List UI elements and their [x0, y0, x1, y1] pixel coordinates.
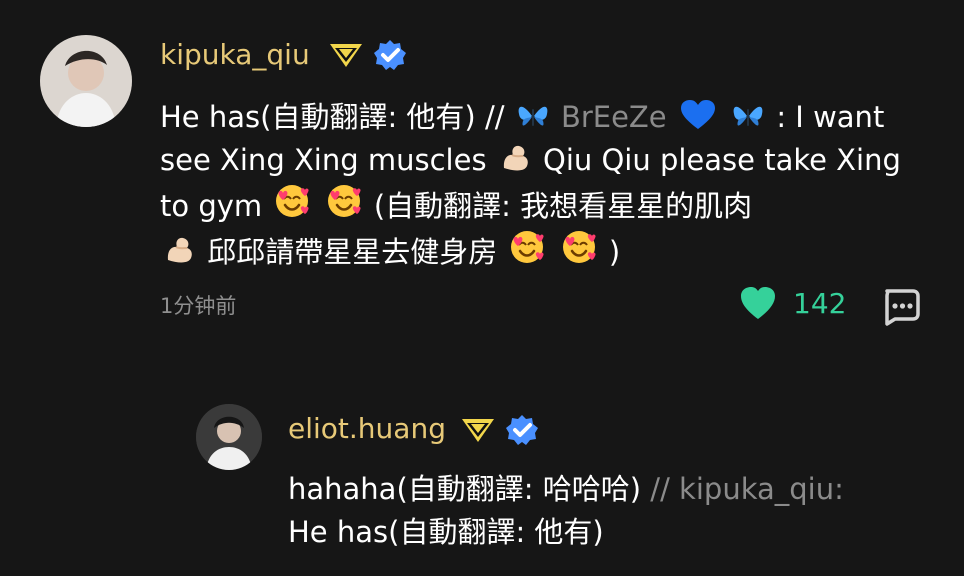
- reply-text-second-line: He has(自動翻譯: 他有): [288, 515, 604, 549]
- comment-text-close: ): [608, 235, 621, 269]
- reply-text-main: hahaha(自動翻譯: 哈哈哈): [288, 472, 651, 506]
- smiling-face-with-hearts-emoji-icon: [276, 185, 309, 217]
- comment-text-part-4: (自動翻譯: 我想看星星的肌肉: [373, 189, 753, 223]
- smiling-face-with-hearts-emoji-icon: [511, 231, 544, 263]
- reply-quoted-user[interactable]: // kipuka_qiu:: [650, 472, 844, 506]
- verified-check-icon: [374, 40, 406, 70]
- reply-avatar[interactable]: [196, 404, 262, 470]
- smiling-face-with-hearts-emoji-icon: [327, 185, 361, 217]
- avatar-image: [40, 35, 132, 127]
- vip-diamond-icon: [462, 419, 494, 442]
- comment-username[interactable]: kipuka_qiu: [160, 38, 310, 72]
- vip-diamond-icon: [330, 44, 362, 67]
- smiling-face-with-hearts-emoji-icon: [562, 231, 596, 263]
- reply-username[interactable]: eliot.huang: [288, 412, 446, 446]
- comment-text: He has(自動翻譯: 他有) // BrEeZe : I want see …: [160, 96, 930, 274]
- reply-text: hahaha(自動翻譯: 哈哈哈) // kipuka_qiu: He has(…: [288, 468, 928, 554]
- blue-heart-emoji-icon: [680, 100, 715, 129]
- heart-icon: [741, 287, 775, 319]
- comment-bubble-icon[interactable]: [880, 286, 920, 326]
- comment-text-part-5: 邱邱請帶星星去健身房: [207, 235, 507, 269]
- flexed-biceps-emoji-icon: [503, 145, 528, 171]
- comment-badges: [327, 38, 407, 72]
- like-button[interactable]: 142: [739, 286, 846, 320]
- butterfly-emoji-icon: [518, 106, 548, 126]
- comment-timestamp: 1分钟前: [160, 294, 237, 318]
- flexed-biceps-emoji-icon: [167, 237, 192, 263]
- comment-text-part-1: He has(自動翻譯: 他有) //: [160, 100, 514, 134]
- like-count: 142: [793, 286, 847, 320]
- reply-avatar-image: [196, 404, 262, 470]
- mentioned-user-breeze[interactable]: BrEeZe: [561, 100, 667, 134]
- avatar[interactable]: [40, 35, 132, 127]
- verified-check-icon: [506, 415, 538, 445]
- reply-badges: [459, 413, 539, 447]
- butterfly-emoji-icon: [733, 106, 763, 126]
